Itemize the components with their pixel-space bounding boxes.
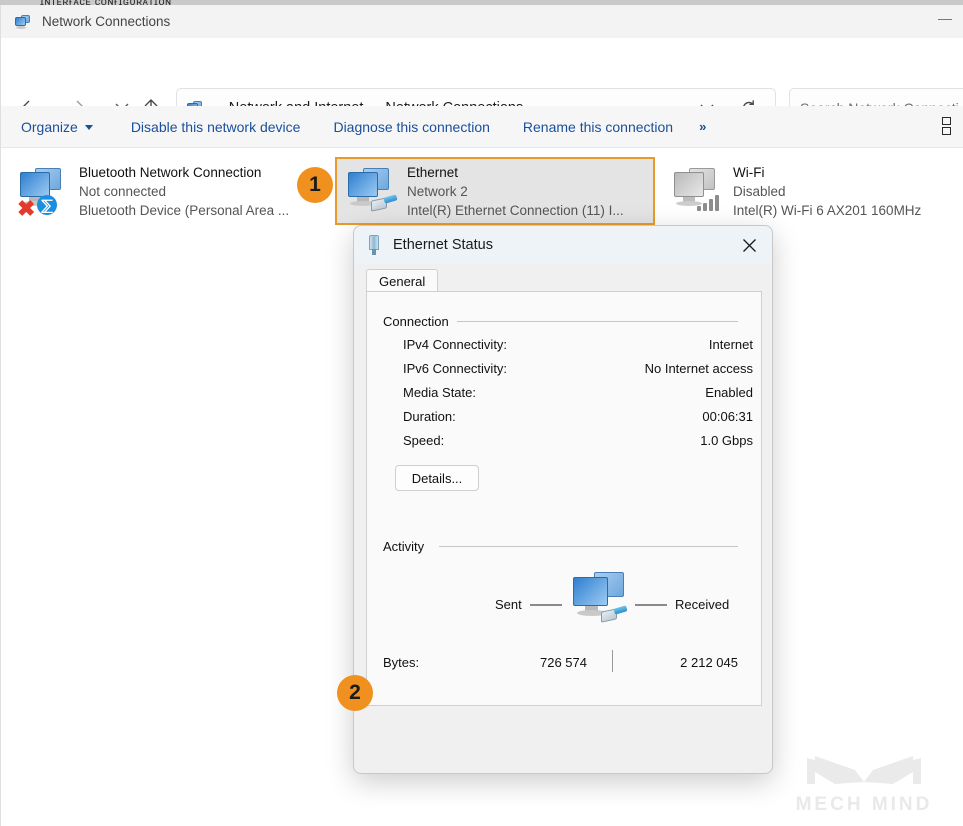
details-button-label: Details... [411,470,463,486]
organize-button[interactable]: Organize [21,114,93,140]
view-options-icon[interactable] [942,117,960,137]
bytes-received-value: 2 212 045 [680,655,738,670]
signal-bars-icon [697,193,723,211]
connection-item-bluetooth[interactable]: ✖ ⅀ Bluetooth Network Connection Not con… [9,157,329,225]
connection-name: Wi-Fi [733,164,765,180]
connection-device: Intel(R) Ethernet Connection (11) I... [407,202,624,218]
row-ipv6-connectivity: IPv6 Connectivity: No Internet access [403,361,753,385]
connection-name: Bluetooth Network Connection [79,164,262,180]
row-label: Speed: [403,433,445,448]
wifi-network-icon [669,165,727,217]
rj45-connector-icon [371,194,398,212]
window-icon [14,14,32,30]
activity-group-divider [439,546,738,547]
disconnected-x-icon: ✖ [17,196,36,221]
row-label: IPv6 Connectivity: [403,361,508,376]
step-badge-2-number: 2 [349,681,361,704]
step-badge-1: 1 [297,167,333,203]
row-media-state: Media State: Enabled [403,385,753,409]
bluetooth-network-icon: ✖ ⅀ [15,165,73,221]
row-value: No Internet access [644,361,753,376]
row-label: Media State: [403,385,476,400]
connection-group-divider [457,321,738,322]
chevron-down-icon [84,125,93,131]
network-adapter-icon [366,235,382,255]
details-button[interactable]: Details... [395,465,479,491]
network-activity-icon [569,570,631,632]
connection-item-ethernet[interactable]: Ethernet Network 2 Intel(R) Ethernet Con… [335,157,655,225]
connection-item-wifi[interactable]: Wi-Fi Disabled Intel(R) Wi-Fi 6 AX201 16… [663,157,963,225]
activity-sent-line [530,604,562,606]
activity-received-label: Received [675,597,730,612]
bytes-label: Bytes: [383,655,420,670]
row-ipv4-connectivity: IPv4 Connectivity: Internet [403,337,753,361]
row-label: IPv4 Connectivity: [403,337,508,352]
organize-label: Organize [21,118,78,135]
row-speed: Speed: 1.0 Gbps [403,433,753,457]
step-badge-1-number: 1 [309,173,321,196]
dialog-title-bar: Ethernet Status [354,226,772,264]
bytes-sent-value: 726 574 [540,655,587,670]
close-icon [742,238,756,252]
row-duration: Duration: 00:06:31 [403,409,753,433]
command-toolbar: Organize Disable this network device Dia… [1,106,963,148]
connection-status: Disabled [733,183,786,199]
connection-device: Intel(R) Wi-Fi 6 AX201 160MHz [733,202,922,218]
row-value: 00:06:31 [702,409,753,424]
row-value: 1.0 Gbps [700,433,753,448]
step-badge-2: 2 [337,675,373,711]
bluetooth-icon: ⅀ [37,195,57,215]
connection-device: Bluetooth Device (Personal Area ... [79,202,290,218]
dialog-tab-strip: General [354,264,772,294]
activity-group-label: Activity [383,539,425,554]
screenshot-root: ɪɴᴛᴇʀғᴀᴄᴇ ᴄᴏɴғɪɢᴜʀᴀᴛɪᴏɴ Network Connecti… [0,0,963,826]
rename-connection-button[interactable]: Rename this connection [523,114,673,140]
activity-received-line [635,604,667,606]
connection-group-label: Connection [383,314,449,329]
window-title: Network Connections [42,14,171,29]
title-bar: Network Connections [1,5,963,38]
connection-status: Not connected [79,183,167,199]
activity-divider [612,650,613,672]
ethernet-network-icon [343,165,401,217]
minimize-button[interactable] [938,19,952,20]
ethernet-status-dialog: Ethernet Status General Connection IPv4 … [353,225,773,774]
disable-network-device-button[interactable]: Disable this network device [131,114,301,140]
row-value: Internet [708,337,753,352]
navigation-bar: « Network and Internet › Network Connect… [1,38,963,127]
diagnose-connection-button[interactable]: Diagnose this connection [333,114,489,140]
connection-name: Ethernet [407,164,459,180]
activity-sent-label: Sent [495,597,522,612]
toolbar-overflow-button[interactable]: » [699,119,706,134]
row-value: Enabled [705,385,753,400]
dialog-close-button[interactable] [726,226,772,264]
row-label: Duration: [403,409,456,424]
dialog-title: Ethernet Status [393,237,493,253]
connection-status: Network 2 [407,183,468,199]
dialog-tab-panel: Connection IPv4 Connectivity: Internet I… [366,291,762,706]
